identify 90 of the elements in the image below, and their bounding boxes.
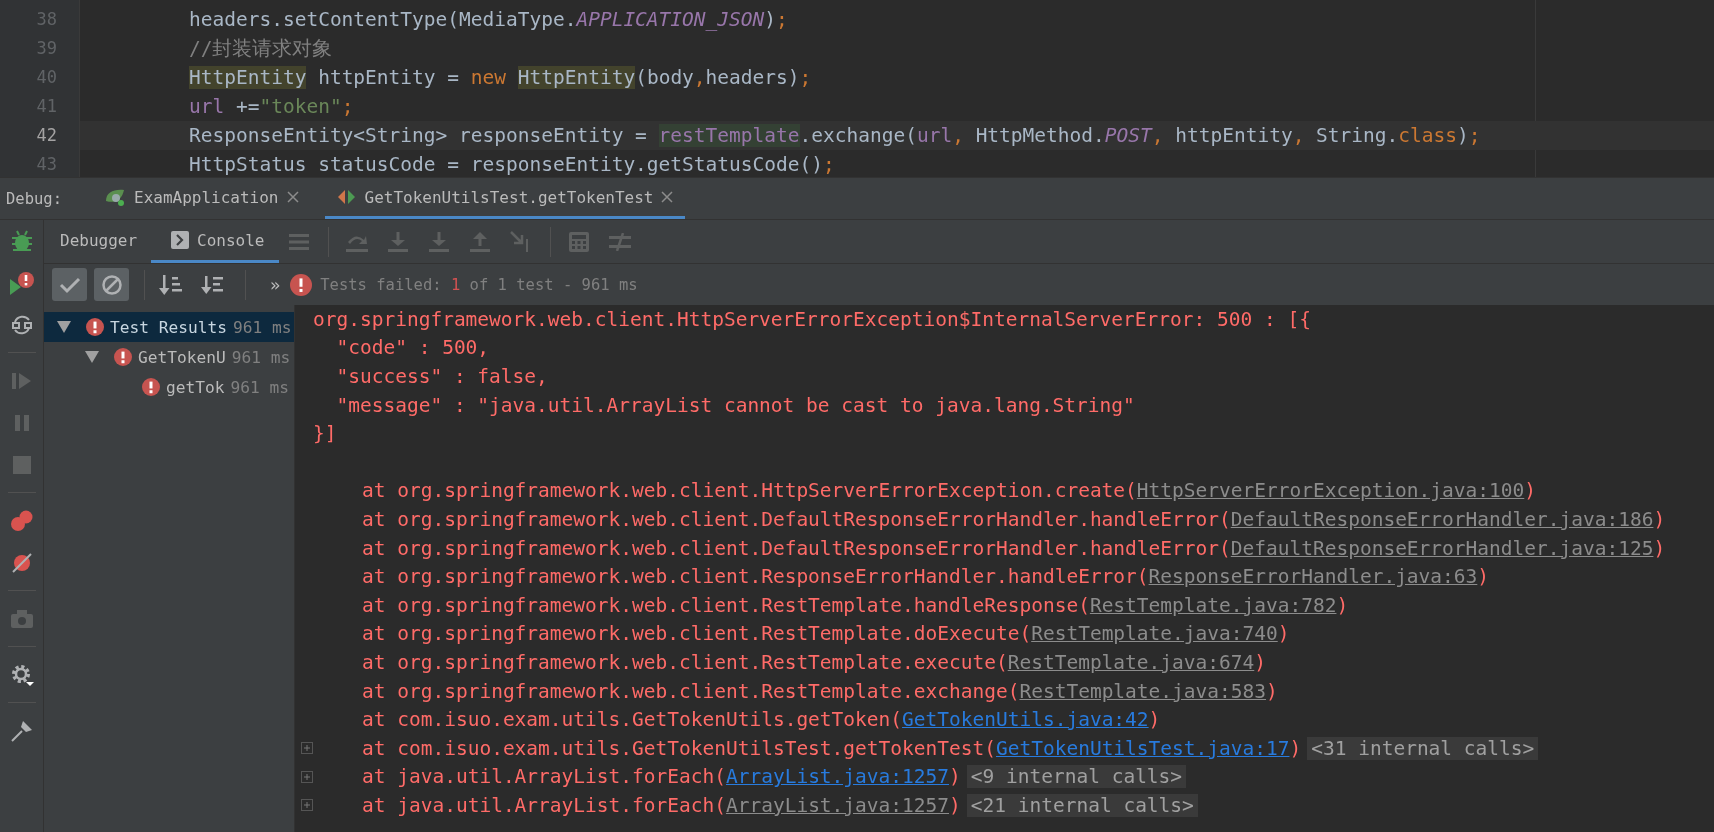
stack-trace-line: at org.springframework.web.client.HttpServerErrorException.create(HttpServerErrorException.java:100) xyxy=(362,479,1536,503)
expand-icon[interactable] xyxy=(301,742,313,755)
sort-lines-icon xyxy=(200,273,225,296)
breakpoints-icon[interactable] xyxy=(9,510,34,532)
camera-icon[interactable] xyxy=(10,610,33,628)
code-line: HttpStatus statusCode = responseEntity.getStatusCode(); xyxy=(189,153,835,176)
stack-trace-line: at org.springframework.web.client.DefaultResponseErrorHandler.handleError(DefaultResponseErrorHandler.java:125) xyxy=(362,536,1666,560)
code-line: HttpEntity httpEntity = new HttpEntity(body,headers); xyxy=(189,66,812,89)
source-link[interactable]: RestTemplate.java:674 xyxy=(1007,650,1255,674)
internal-calls-label[interactable]: <9 internal calls> xyxy=(966,765,1187,789)
stack-trace-line: at org.springframework.web.client.RestTemplate.doExecute(RestTemplate.java:740) xyxy=(362,622,1290,646)
source-link[interactable]: DefaultResponseErrorHandler.java:125 xyxy=(1230,536,1654,560)
prohibited-icon xyxy=(100,273,123,296)
error-icon xyxy=(86,318,104,336)
filter-toggle-button[interactable] xyxy=(52,268,87,301)
stack-trace-line: at org.springframework.web.client.RestTemplate.execute(RestTemplate.java:674) xyxy=(362,650,1266,674)
trace-icon[interactable] xyxy=(609,232,631,251)
test-duration: 961 ms xyxy=(232,317,292,337)
console-icon xyxy=(171,231,190,249)
error-icon xyxy=(142,378,160,396)
pause-icon[interactable] xyxy=(13,414,30,432)
stack-trace-line: at com.isuo.exam.utils.GetTokenUtils.getToken(GetTokenUtils.java:42) xyxy=(362,708,1161,732)
source-link[interactable]: RestTemplate.java:740 xyxy=(1031,622,1278,646)
test-name: getTok xyxy=(166,377,225,397)
stack-trace-line: at org.springframework.web.client.RestTemplate.exchange(RestTemplate.java:583) xyxy=(362,679,1278,703)
test-duration: 961 ms xyxy=(231,347,291,367)
console-output: "message" : "java.util.ArrayList cannot be cast to java.lang.String" xyxy=(335,393,1135,417)
source-link[interactable]: GetTokenUtilsTest.java:17 xyxy=(995,736,1290,760)
close-icon[interactable] xyxy=(661,191,674,203)
sync-icon[interactable] xyxy=(10,314,33,336)
mute-breakpoints-icon[interactable] xyxy=(10,552,33,574)
test-status: Tests failed: 1 of 1 test - 961 ms xyxy=(320,275,638,294)
expanded-arrow-icon[interactable] xyxy=(57,321,71,333)
test-name: GetTokenU xyxy=(138,347,226,367)
source-link[interactable]: DefaultResponseErrorHandler.java:186 xyxy=(1230,507,1654,531)
step-into-icon[interactable] xyxy=(388,231,408,252)
step-out-icon[interactable] xyxy=(470,231,490,252)
checkmark-icon xyxy=(58,275,81,294)
tree-item[interactable]: Test Results 961 ms xyxy=(44,312,294,342)
sort-alphabetical-icon xyxy=(158,272,183,297)
test-duration: 961 ms xyxy=(230,377,289,397)
error-icon xyxy=(290,273,313,296)
settings-icon[interactable] xyxy=(9,663,34,687)
close-icon[interactable] xyxy=(286,191,299,203)
expanded-arrow-icon[interactable] xyxy=(85,351,99,363)
source-link[interactable]: ArrayList.java:1257 xyxy=(725,793,949,817)
source-link[interactable]: ArrayList.java:1257 xyxy=(725,765,949,789)
stack-trace-line: at java.util.ArrayList.forEach(ArrayList.java:1257) xyxy=(362,793,961,817)
debug-session-tab[interactable]: ExamApplication xyxy=(92,178,311,219)
resume-icon[interactable] xyxy=(10,371,33,391)
stack-trace-line: at org.springframework.web.client.ResponseErrorHandler.handleError(ResponseErrorHandler.java:63) xyxy=(362,565,1490,589)
stack-trace-line: at com.isuo.exam.utils.GetTokenUtilsTest.getTokenTest(GetTokenUtilsTest.java:17) xyxy=(362,736,1302,760)
code-line: headers.setContentType(MediaType.APPLICATION_JSON); xyxy=(189,8,788,31)
menu-icon[interactable] xyxy=(289,233,309,250)
source-link[interactable]: RestTemplate.java:782 xyxy=(1089,593,1337,617)
run-test-icon xyxy=(336,188,357,206)
tree-item[interactable]: getTok 961 ms xyxy=(44,372,294,402)
source-link[interactable]: RestTemplate.java:583 xyxy=(1019,679,1266,703)
code-line: //封装请求对象 xyxy=(189,36,333,62)
stop-icon[interactable] xyxy=(12,456,31,474)
code-line: ResponseEntity<String> responseEntity = restTemplate.exchange(url, HttpMethod.POST, httpEntity, String.class); xyxy=(189,124,1481,147)
filter-toggle-button[interactable] xyxy=(94,268,129,301)
rerun-failed-icon[interactable] xyxy=(8,271,35,295)
expand-icon[interactable] xyxy=(301,799,313,812)
expand-icon[interactable] xyxy=(301,770,313,783)
debug-label: Debug: xyxy=(5,189,63,208)
pin-icon[interactable] xyxy=(10,720,33,742)
console-output: }] xyxy=(313,422,337,446)
internal-calls-label[interactable]: <21 internal calls> xyxy=(966,793,1198,817)
console-output: org.springframework.web.client.HttpServerErrorException$InternalServerError: 500 : [{ xyxy=(313,307,1311,331)
test-name: Test Results xyxy=(110,317,227,337)
stack-trace-line: at org.springframework.web.client.RestTemplate.handleResponse(RestTemplate.java:782) xyxy=(362,593,1349,617)
calculator-icon[interactable] xyxy=(569,231,589,252)
leaf-gear-icon xyxy=(104,187,126,207)
tree-item[interactable]: GetTokenU 961 ms xyxy=(44,342,294,372)
code-line: url +="token"; xyxy=(189,95,354,118)
force-step-into-icon[interactable] xyxy=(429,231,449,252)
console-output: "code" : 500, xyxy=(335,336,490,360)
bug-icon[interactable] xyxy=(9,230,34,252)
source-link[interactable]: HttpServerErrorException.java:100 xyxy=(1136,479,1525,503)
stack-trace-line: at org.springframework.web.client.DefaultResponseErrorHandler.handleError(DefaultResponseErrorHandler.java:186) xyxy=(362,507,1666,531)
error-icon xyxy=(114,348,132,366)
console-output: "success" : false, xyxy=(335,365,548,388)
more-button[interactable]: » xyxy=(270,274,281,295)
panel-tab[interactable]: Debugger xyxy=(44,220,152,263)
stack-trace-line: at java.util.ArrayList.forEach(ArrayList.java:1257) xyxy=(362,765,961,789)
source-link[interactable]: GetTokenUtils.java:42 xyxy=(902,708,1149,732)
source-link[interactable]: ResponseErrorHandler.java:63 xyxy=(1148,565,1478,589)
internal-calls-label[interactable]: <31 internal calls> xyxy=(1307,736,1539,760)
line-number: 42 xyxy=(35,124,58,147)
